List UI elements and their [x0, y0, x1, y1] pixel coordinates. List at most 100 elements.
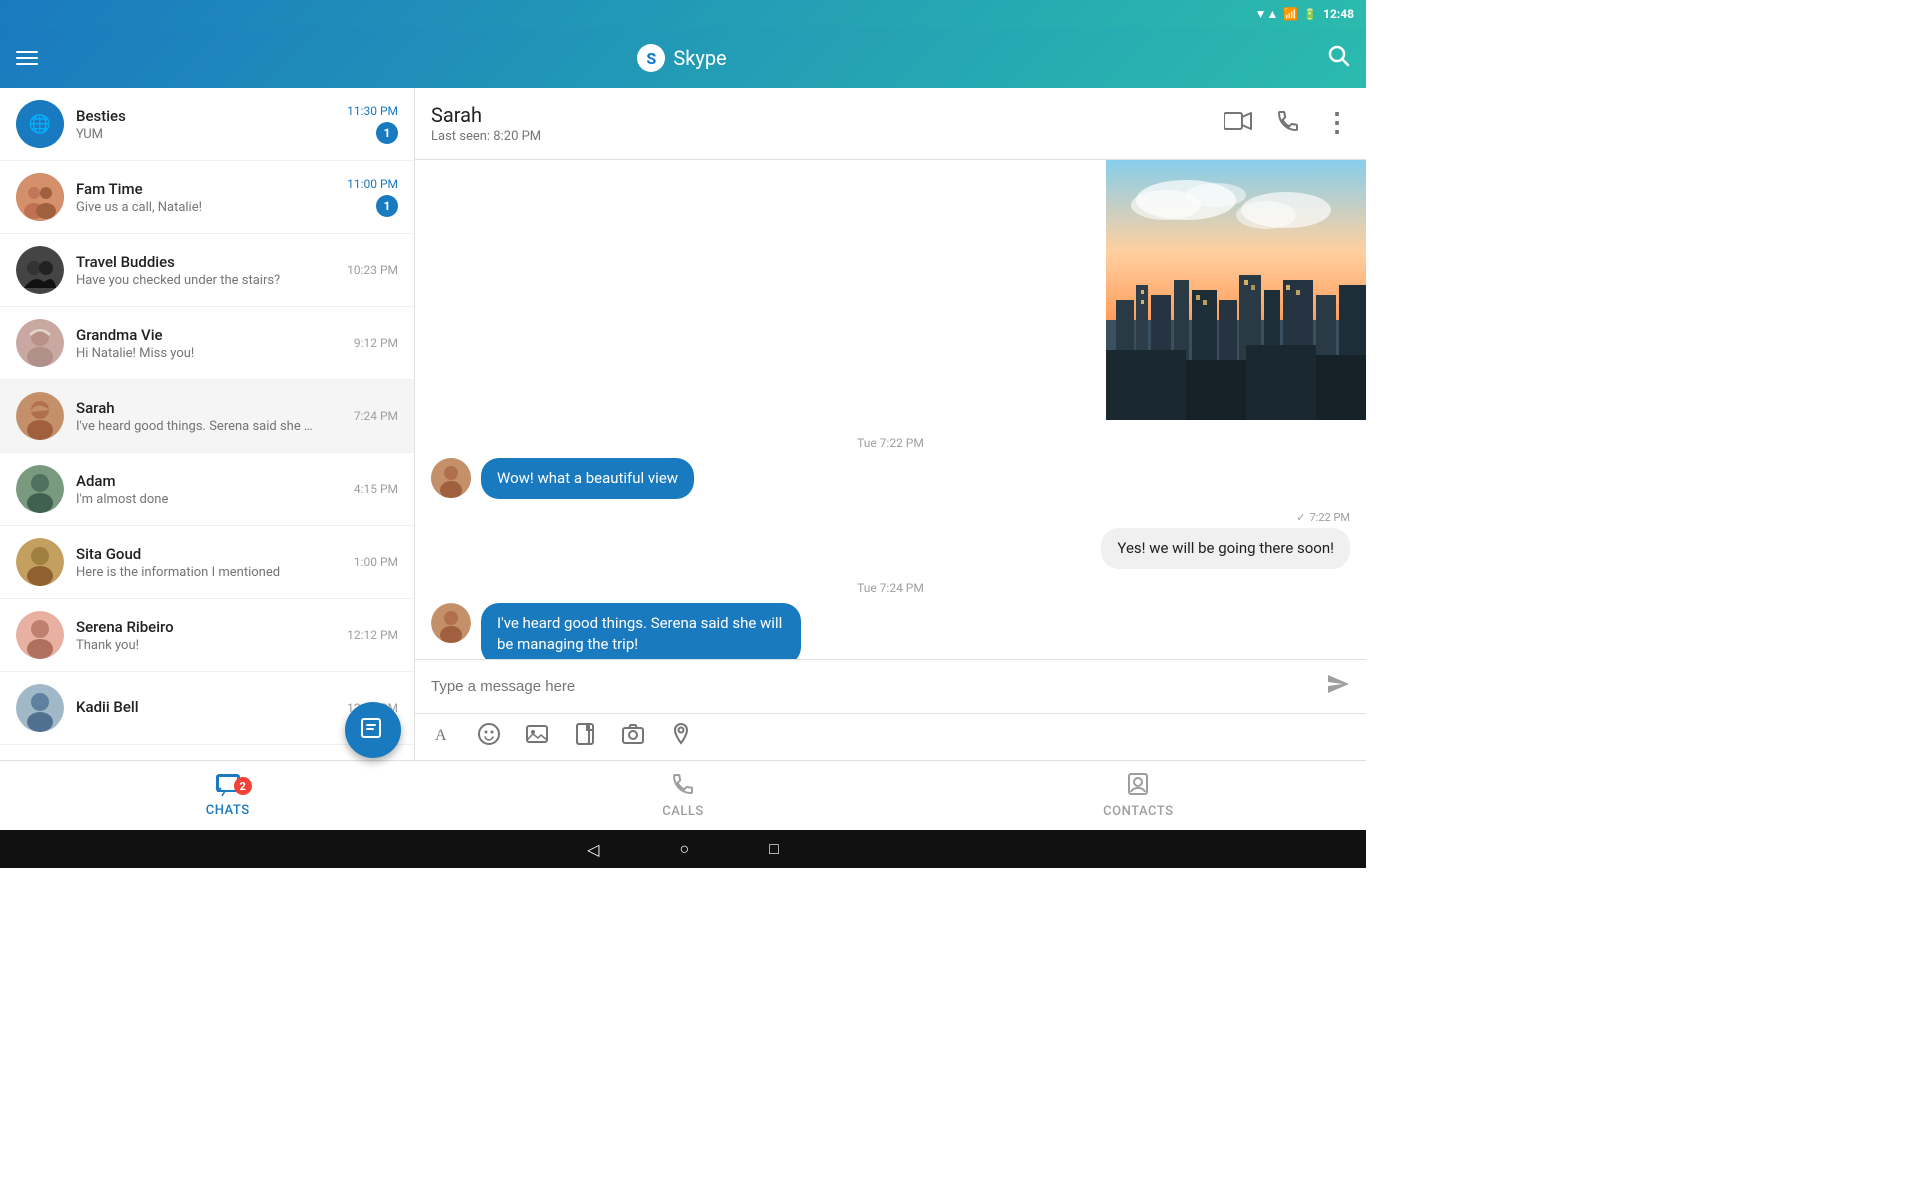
message-input-area — [415, 659, 1366, 713]
chat-meta: 7:24 PM — [354, 409, 398, 423]
chat-item-sita[interactable]: Sita Goud Here is the information I ment… — [0, 526, 414, 599]
chat-meta: 4:15 PM — [354, 482, 398, 496]
recents-button[interactable]: □ — [769, 839, 779, 859]
voice-call-button[interactable] — [1276, 109, 1300, 139]
battery-icon: 🔋 — [1303, 8, 1317, 21]
unread-badge: 1 — [376, 122, 398, 144]
chat-item-sarah[interactable]: Sarah I've heard good things. Serena sai… — [0, 380, 414, 453]
video-call-button[interactable] — [1224, 111, 1252, 137]
message-bubble-1: Wow! what a beautiful view — [481, 458, 694, 499]
avatar-adam — [16, 465, 64, 513]
conversation-header: Sarah Last seen: 8:20 PM ⋮ — [415, 88, 1366, 160]
message-row-2: Yes! we will be going there soon! — [431, 528, 1350, 569]
image-button[interactable] — [525, 722, 549, 752]
chat-name: Besties — [76, 107, 347, 125]
chat-meta: 11:30 PM 1 — [347, 104, 398, 144]
file-button[interactable] — [573, 722, 597, 752]
message-time-label-1: Tue 7:22 PM — [431, 436, 1350, 450]
chats-label: CHATS — [206, 803, 250, 818]
text-format-button[interactable]: A — [431, 723, 453, 751]
conversation-actions: ⋮ — [1224, 109, 1350, 139]
emoji-button[interactable] — [477, 722, 501, 752]
avatar-grandma — [16, 319, 64, 367]
wifi-icon: ▼▲ — [1255, 7, 1279, 21]
chat-item-grandma[interactable]: Grandma Vie Hi Natalie! Miss you! 9:12 P… — [0, 307, 414, 380]
chat-item-travel[interactable]: Travel Buddies Have you checked under th… — [0, 234, 414, 307]
unread-badge: 1 — [376, 195, 398, 217]
contact-name: Sarah — [431, 103, 1212, 127]
android-nav-bar: ◁ ○ □ — [0, 830, 1366, 868]
chat-name: Sarah — [76, 399, 354, 417]
back-button[interactable]: ◁ — [587, 840, 599, 859]
chat-time: 11:00 PM — [347, 177, 398, 191]
chat-info-sita: Sita Goud Here is the information I ment… — [76, 545, 354, 580]
chat-info-adam: Adam I'm almost done — [76, 472, 354, 507]
chat-time: 12:12 PM — [347, 628, 398, 642]
message-input[interactable] — [431, 678, 1314, 695]
message-time-label-3: Tue 7:24 PM — [431, 581, 1350, 595]
camera-button[interactable] — [621, 722, 645, 752]
home-button[interactable]: ○ — [679, 839, 689, 859]
search-button[interactable] — [1326, 43, 1350, 73]
chat-name: Grandma Vie — [76, 326, 354, 344]
chat-item-besties[interactable]: 🌐 Besties YUM 11:30 PM 1 — [0, 88, 414, 161]
app-title: S Skype — [637, 44, 726, 72]
chat-meta: 12:12 PM — [347, 628, 398, 642]
chat-name: Serena Ribeiro — [76, 618, 347, 636]
calls-icon-wrapper — [671, 772, 695, 800]
checkmark-icon: ✓ — [1296, 511, 1305, 524]
menu-button[interactable] — [16, 51, 38, 65]
location-button[interactable] — [669, 722, 693, 752]
chat-time: 10:23 PM — [347, 263, 398, 277]
avatar-travel — [16, 246, 64, 294]
chat-info-kadii: Kadii Bell — [76, 698, 347, 718]
chat-meta: 10:23 PM — [347, 263, 398, 277]
chat-info-besties: Besties YUM — [76, 107, 347, 142]
more-options-button[interactable]: ⋮ — [1324, 117, 1350, 130]
nav-item-contacts[interactable]: CONTACTS — [911, 764, 1366, 827]
chat-item-serena[interactable]: Serena Ribeiro Thank you! 12:12 PM — [0, 599, 414, 672]
chat-name: Travel Buddies — [76, 253, 347, 271]
chat-info-grandma: Grandma Vie Hi Natalie! Miss you! — [76, 326, 354, 361]
skyline-image — [1106, 160, 1366, 420]
chat-preview: Have you checked under the stairs? — [76, 273, 316, 288]
app-name: Skype — [673, 46, 726, 70]
chat-name: Fam Time — [76, 180, 347, 198]
contacts-icon-wrapper — [1126, 772, 1150, 800]
send-button[interactable] — [1326, 672, 1350, 701]
svg-text:🌐: 🌐 — [29, 113, 51, 135]
chat-preview: Here is the information I mentioned — [76, 565, 316, 580]
contacts-label: CONTACTS — [1103, 804, 1173, 819]
message-bubble-3: I've heard good things. Serena said she … — [481, 603, 801, 659]
status-bar: ▼▲ 📶 🔋 12:48 — [0, 0, 1366, 28]
signal-icon: 📶 — [1283, 7, 1298, 21]
chat-info-travel: Travel Buddies Have you checked under th… — [76, 253, 347, 288]
message-sent-time: ✓ 7:22 PM Yes! we will be going there so… — [431, 511, 1350, 569]
message-avatar-sarah-2 — [431, 603, 471, 643]
chat-time: 4:15 PM — [354, 482, 398, 496]
avatar-sita — [16, 538, 64, 586]
avatar-sarah — [16, 392, 64, 440]
chat-time: 9:12 PM — [354, 336, 398, 350]
status-time: 12:48 — [1323, 7, 1354, 21]
bottom-navigation: 2 CHATS CALLS CONTACTS — [0, 760, 1366, 830]
compose-fab-button[interactable] — [345, 702, 401, 758]
nav-item-calls[interactable]: CALLS — [455, 764, 910, 827]
chat-preview: I'm almost done — [76, 492, 316, 507]
message-avatar-sarah — [431, 458, 471, 498]
nav-item-chats[interactable]: 2 CHATS — [0, 765, 455, 826]
message-toolbar: A — [415, 713, 1366, 760]
skype-logo-letter: S — [646, 49, 656, 68]
chat-item-adam[interactable]: Adam I'm almost done 4:15 PM — [0, 453, 414, 526]
avatar-besties: 🌐 — [16, 100, 64, 148]
chat-item-famtime[interactable]: Fam Time Give us a call, Natalie! 11:00 … — [0, 161, 414, 234]
avatar-serena — [16, 611, 64, 659]
message-timestamp-1: Tue 7:22 PM Wow! what a beautiful view — [431, 436, 1350, 499]
chat-meta: 9:12 PM — [354, 336, 398, 350]
chat-meta: 11:00 PM 1 — [347, 177, 398, 217]
chat-time: 11:30 PM — [347, 104, 398, 118]
calls-icon — [671, 772, 695, 796]
chat-info-serena: Serena Ribeiro Thank you! — [76, 618, 347, 653]
chat-info-famtime: Fam Time Give us a call, Natalie! — [76, 180, 347, 215]
chat-name: Kadii Bell — [76, 698, 347, 716]
